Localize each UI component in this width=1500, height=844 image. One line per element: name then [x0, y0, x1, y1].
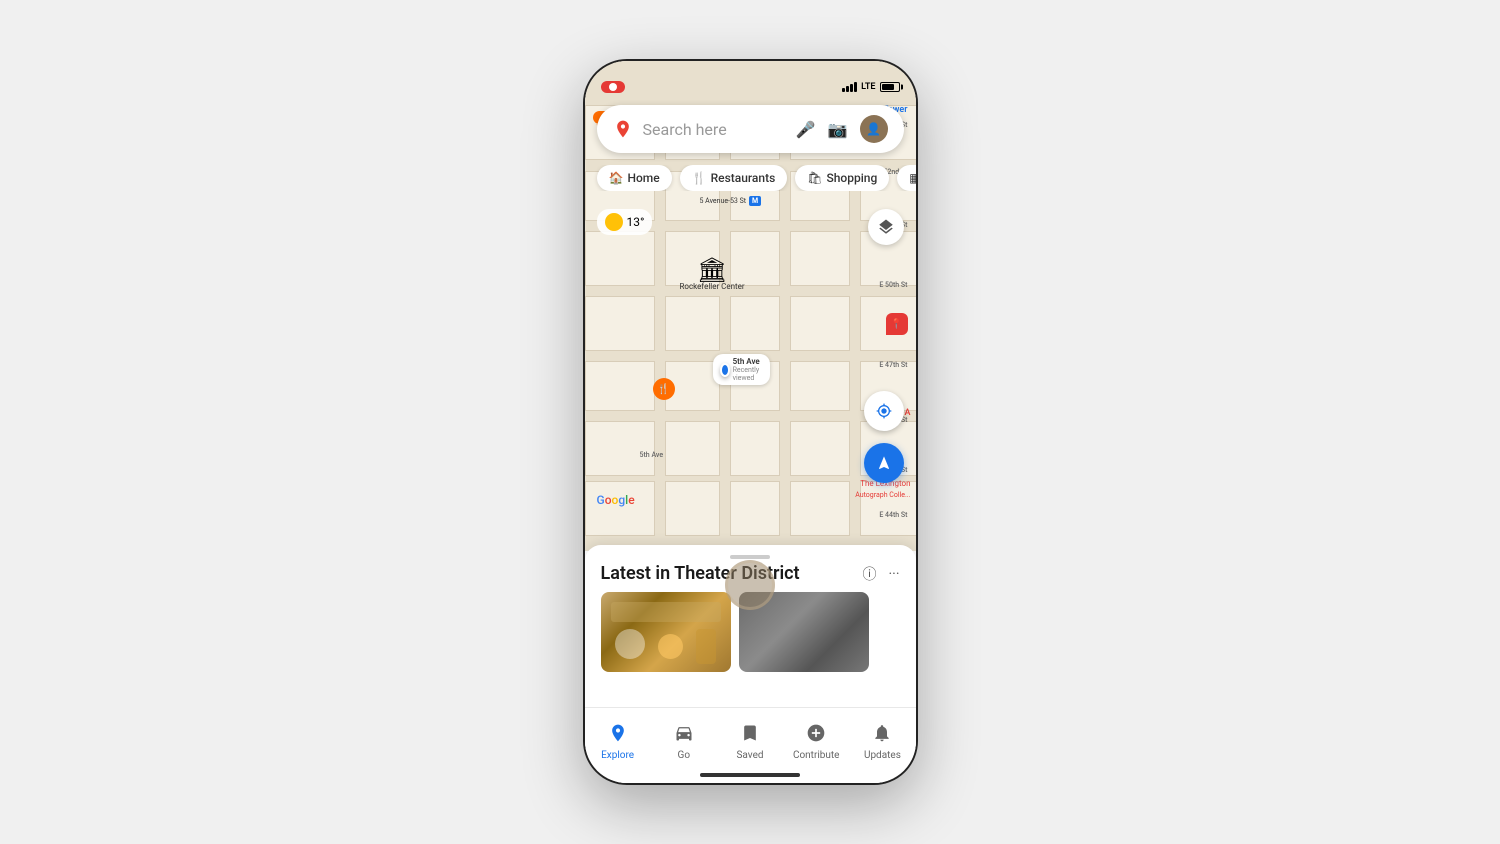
- google-maps-logo: [613, 119, 633, 139]
- more-options-button[interactable]: ···: [889, 566, 900, 582]
- microphone-icon[interactable]: 🎤: [796, 120, 816, 139]
- waldorf-pin[interactable]: 📍: [886, 313, 908, 335]
- explore-icon: [608, 723, 628, 748]
- sun-icon: [605, 213, 623, 231]
- signal-bars: [842, 82, 857, 92]
- street-label-44: E 44th St: [879, 511, 907, 519]
- panel-actions: ⓘ ···: [863, 564, 900, 584]
- contribute-icon: [806, 723, 826, 748]
- phone-frame: W 55th St E 52nd St E 51st St E 50th St …: [583, 59, 918, 785]
- battery-icon: [880, 82, 900, 92]
- category-restaurants[interactable]: 🍴 Restaurants: [680, 165, 788, 191]
- nav-updates[interactable]: Updates: [849, 723, 915, 761]
- nav-go[interactable]: Go: [651, 723, 717, 761]
- category-shopping[interactable]: 🛍 Shopping: [795, 165, 889, 191]
- restaurants-icon: 🍴: [692, 171, 707, 185]
- go-icon: [674, 723, 694, 748]
- google-logo: Google: [597, 493, 635, 507]
- autograph-label: Autograph Colle...: [855, 491, 910, 499]
- signal-bar-4: [854, 82, 857, 92]
- handle-bar: [730, 555, 770, 559]
- signal-bar-2: [846, 86, 849, 92]
- category-restaurants-label: Restaurants: [711, 171, 776, 185]
- more-icon: ▦: [909, 171, 915, 185]
- street-label-47: E 47th St: [879, 361, 907, 369]
- updates-icon: [872, 723, 892, 748]
- signal-bar-3: [850, 84, 853, 92]
- layers-button[interactable]: [868, 209, 904, 245]
- status-left: [601, 81, 625, 93]
- info-button[interactable]: ⓘ: [863, 564, 877, 584]
- search-bar[interactable]: Search here 🎤 📷 👤: [597, 105, 904, 153]
- search-placeholder: Search here: [643, 120, 786, 139]
- home-icon: 🏠: [609, 171, 624, 185]
- photo-card-2[interactable]: [739, 592, 869, 672]
- photo-card-1[interactable]: [601, 592, 731, 672]
- category-more[interactable]: ▦: [897, 165, 915, 191]
- nav-contribute[interactable]: Contribute: [783, 723, 849, 761]
- bottom-nav: Explore Go Saved: [585, 707, 916, 783]
- updates-label: Updates: [864, 750, 901, 761]
- weather-widget: 13°: [597, 209, 653, 235]
- photo-strip: [585, 592, 916, 672]
- status-bar: LTE: [585, 61, 916, 105]
- avatar[interactable]: 👤: [860, 115, 888, 143]
- home-indicator: [700, 773, 800, 777]
- metro-station: 5 Avenue-53 St M: [700, 196, 762, 206]
- status-right: LTE: [842, 82, 899, 92]
- saved-label: Saved: [736, 750, 763, 761]
- bottom-panel: Latest in Theater District ⓘ ···: [585, 545, 916, 783]
- nav-saved[interactable]: Saved: [717, 723, 783, 761]
- location-button[interactable]: [864, 391, 904, 431]
- temperature: 13°: [627, 215, 645, 229]
- saved-icon: [740, 723, 760, 748]
- category-home[interactable]: 🏠 Home: [597, 165, 672, 191]
- explore-label: Explore: [601, 750, 634, 761]
- camera-icon[interactable]: 📷: [828, 120, 848, 139]
- category-bar: 🏠 Home 🍴 Restaurants 🛍 Shopping ▦: [585, 165, 916, 191]
- nav-explore[interactable]: Explore: [585, 723, 651, 761]
- search-icons: 🎤 📷 👤: [796, 115, 888, 143]
- contribute-label: Contribute: [793, 750, 840, 761]
- street-label-50: E 50th St: [879, 281, 907, 289]
- shopping-icon: 🛍: [807, 171, 822, 185]
- battery-fill: [882, 84, 895, 90]
- recording-indicator: [601, 81, 625, 93]
- go-label: Go: [678, 750, 691, 761]
- navigate-button[interactable]: [864, 443, 904, 483]
- category-shopping-label: Shopping: [827, 171, 878, 185]
- street-label-5ave: 5th Ave: [640, 451, 664, 459]
- network-label: LTE: [861, 82, 875, 92]
- category-home-label: Home: [627, 171, 659, 185]
- signal-bar-1: [842, 88, 845, 92]
- recording-dot: [609, 83, 617, 91]
- rockefeller-center: 🏛 Rockefeller Center: [680, 256, 745, 291]
- restaurant-pin-orange[interactable]: 🍴: [653, 378, 675, 400]
